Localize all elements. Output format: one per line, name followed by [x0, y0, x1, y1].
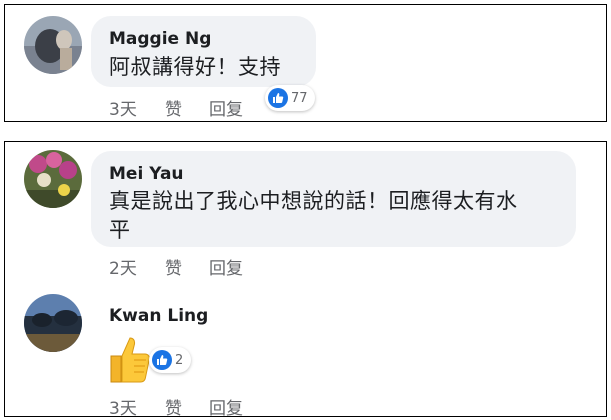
like-button[interactable]: 赞	[165, 394, 182, 419]
reaction-count: 2	[175, 352, 184, 368]
comment-text-line2: 平	[109, 218, 131, 242]
like-button[interactable]: 赞	[165, 95, 182, 120]
author-name[interactable]: Mei Yau	[109, 164, 184, 184]
avatar-maggie[interactable]	[24, 16, 82, 74]
like-button[interactable]: 赞	[165, 254, 182, 279]
timestamp[interactable]: 3天	[109, 394, 137, 419]
like-reaction-icon	[152, 350, 172, 370]
reaction-summary[interactable]: 2	[149, 347, 191, 373]
like-reaction-icon	[268, 88, 288, 108]
comment-text-line1: 真是說出了我心中想說的話！回應得太有水	[109, 189, 518, 213]
timestamp[interactable]: 2天	[109, 254, 137, 279]
reply-button[interactable]: 回复	[209, 394, 243, 419]
reaction-count: 77	[291, 90, 308, 106]
avatar-kwan-ling[interactable]	[24, 294, 82, 352]
reply-button[interactable]: 回复	[209, 95, 243, 120]
reaction-summary[interactable]: 77	[265, 85, 315, 111]
avatar-mei-yau[interactable]	[24, 150, 82, 208]
timestamp[interactable]: 3天	[109, 95, 137, 120]
reply-button[interactable]: 回复	[209, 254, 243, 279]
comment-card-thread: Mei Yau 真是說出了我心中想說的話！回應得太有水 平 2天 赞 回复 Kw…	[4, 141, 607, 419]
author-name[interactable]: Maggie Ng	[109, 29, 211, 49]
comment-card-maggie: Maggie Ng 阿叔講得好！支持 3天 赞 回复 77	[4, 4, 607, 122]
comment-text: 阿叔講得好！支持	[109, 55, 281, 79]
author-name[interactable]: Kwan Ling	[109, 306, 208, 326]
thumbs-up-sticker-icon	[105, 334, 153, 386]
